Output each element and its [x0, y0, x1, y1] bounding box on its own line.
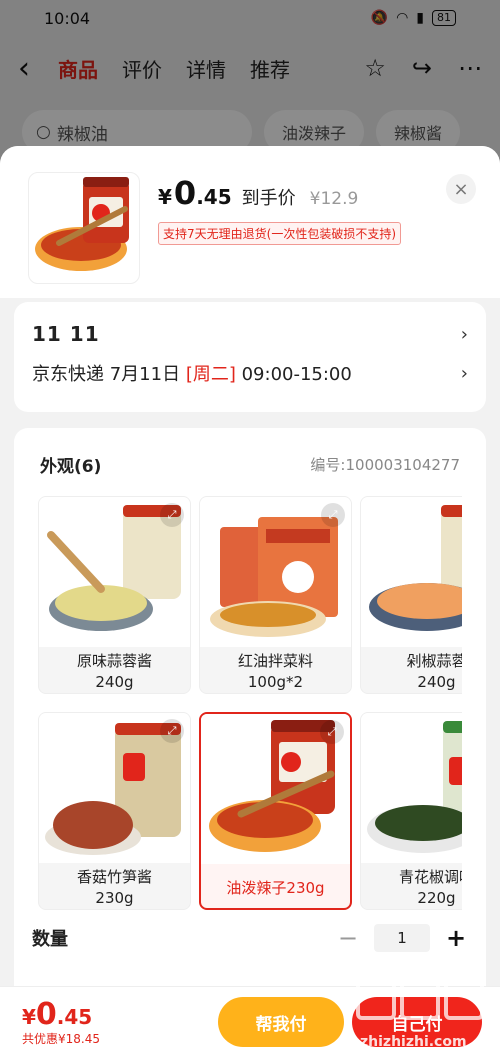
back-icon[interactable]: ‹ — [18, 51, 58, 86]
chevron-right-icon: › — [460, 362, 468, 384]
quantity-label: 数量 — [32, 929, 68, 950]
close-button[interactable]: × — [446, 174, 476, 204]
variant-spec: 230g — [95, 889, 134, 907]
expand-icon[interactable]: ⤢ — [320, 720, 344, 744]
sku-selector-sheet: ¥ 0 .45 到手价 ¥12.9 支持7天无理由退货(一次性包装破损不支持) … — [0, 146, 500, 1056]
wifi-icon: ◠ — [396, 10, 409, 26]
variant-name: 香菇竹笋酱 — [76, 868, 152, 886]
search-icon: ○ — [36, 122, 51, 142]
variant-spec: 220g — [417, 889, 456, 907]
delivery-weekday: [周二] — [185, 364, 236, 385]
variant-name: 剁椒蒜蓉 — [406, 652, 462, 670]
variant-image — [361, 713, 462, 863]
star-icon[interactable]: ☆ — [364, 54, 386, 82]
variants-card: 外观(6) 编号:100003104277 ⤢ 原味蒜蓉酱 240g ⤢ 红油拌… — [14, 428, 486, 1056]
tab-product[interactable]: 商品 — [58, 54, 98, 83]
tab-reviews[interactable]: 评价 — [122, 54, 162, 83]
variant-name: 青花椒调味 — [398, 868, 462, 886]
variant-name: 原味蒜蓉酱 — [76, 652, 152, 670]
price-integer: 0 — [173, 174, 197, 212]
total-price: ¥0.45 — [22, 997, 100, 1032]
product-thumbnail — [28, 172, 140, 284]
expand-icon[interactable]: ⤢ — [160, 503, 184, 527]
search-query: 辣椒油 — [56, 124, 108, 145]
more-icon[interactable]: ⋯ — [458, 54, 482, 82]
variant-image: ⤢ — [39, 713, 190, 863]
variant-spec: 100g*2 — [247, 673, 304, 691]
total-discount: 共优惠¥18.45 — [22, 1032, 100, 1046]
variant-option[interactable]: 剁椒蒜蓉 240g — [360, 496, 462, 694]
variant-option[interactable]: ⤢ 香菇竹笋酱 230g — [38, 712, 191, 910]
product-code: 编号:100003104277 — [310, 456, 460, 474]
chevron-right-icon: › — [460, 323, 468, 345]
mute-icon: 🔕 — [370, 10, 389, 26]
share-icon[interactable]: ↪ — [412, 54, 432, 82]
delivery-card[interactable]: 11 11 › 京东快递 7月11日 [周二] 09:00-15:00 › — [14, 302, 486, 412]
variant-option[interactable]: ⤢ 原味蒜蓉酱 240g — [38, 496, 191, 694]
checkout-bar: ¥0.45 共优惠¥18.45 帮我付 自己付 — [0, 986, 500, 1056]
status-time: 10:04 — [44, 8, 91, 28]
quantity-stepper: − 1 + — [336, 924, 468, 952]
total-summary: ¥0.45 共优惠¥18.45 — [22, 997, 100, 1047]
delivery-title: 11 11 — [32, 322, 100, 346]
delivery-carrier-date: 京东快递 7月11日 — [32, 364, 181, 385]
battery-icon: 81 — [432, 10, 456, 26]
price-decimal: .45 — [196, 185, 232, 209]
variants-title: 外观(6) — [40, 457, 102, 477]
tab-details[interactable]: 详情 — [186, 54, 226, 83]
price-currency: ¥ — [158, 185, 172, 209]
original-price: ¥12.9 — [309, 189, 359, 209]
delivery-info: 京东快递 7月11日 [周二] 09:00-15:00 — [32, 360, 352, 386]
increase-button[interactable]: + — [444, 924, 468, 952]
signal-icon: ▮ — [416, 10, 424, 26]
variant-image: ⤢ — [200, 497, 351, 647]
variant-name: 红油拌菜料 — [237, 652, 313, 670]
background-product-page: 10:04 🔕 ◠ ▮ 81 ‹ 商品 评价 详情 推荐 ☆ ↪ ⋯ ○ 辣椒油… — [0, 0, 500, 160]
close-icon: × — [453, 178, 469, 200]
variant-name: 油泼辣子230g — [226, 879, 325, 897]
help-pay-button[interactable]: 帮我付 — [218, 997, 344, 1047]
self-pay-button[interactable]: 自己付 — [352, 997, 482, 1047]
quantity-input[interactable]: 1 — [374, 924, 430, 952]
expand-icon[interactable]: ⤢ — [321, 503, 345, 527]
variant-image: ⤢ — [201, 714, 350, 864]
price-line: ¥ 0 .45 到手价 ¥12.9 — [158, 174, 401, 212]
variant-grid: ⤢ 原味蒜蓉酱 240g ⤢ 红油拌菜料 100g*2 剁椒蒜蓉 240g ⤢ … — [38, 496, 462, 914]
delivery-time-window: 09:00-15:00 — [241, 364, 352, 385]
nav-bar: ‹ 商品 评价 详情 推荐 ☆ ↪ ⋯ — [0, 36, 500, 100]
return-policy-badge: 支持7天无理由退货(一次性包装破损不支持) — [158, 222, 401, 245]
sheet-header: ¥ 0 .45 到手价 ¥12.9 支持7天无理由退货(一次性包装破损不支持) … — [0, 146, 500, 298]
price-tag: 到手价 — [241, 188, 296, 209]
status-bar: 10:04 🔕 ◠ ▮ 81 — [0, 0, 500, 36]
variant-option[interactable]: ⤢ 红油拌菜料 100g*2 — [199, 496, 352, 694]
total-decimal: .45 — [56, 1005, 93, 1029]
variant-image — [361, 497, 462, 647]
variant-spec: 240g — [95, 673, 134, 691]
expand-icon[interactable]: ⤢ — [160, 719, 184, 743]
decrease-button[interactable]: − — [336, 924, 360, 952]
quantity-row: 数量 − 1 + — [14, 924, 486, 952]
variant-image: ⤢ — [39, 497, 190, 647]
variant-option[interactable]: 青花椒调味 220g — [360, 712, 462, 910]
variant-option-selected[interactable]: ⤢ 油泼辣子230g — [199, 712, 352, 910]
total-integer: 0 — [35, 997, 57, 1032]
total-currency: ¥ — [22, 1005, 36, 1029]
tab-recommend[interactable]: 推荐 — [250, 54, 290, 83]
variant-spec: 240g — [417, 673, 456, 691]
